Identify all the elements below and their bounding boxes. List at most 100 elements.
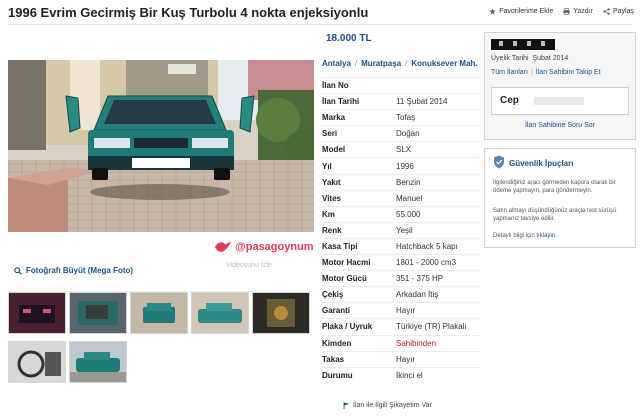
detail-key: Plaka / Uyruk — [322, 318, 396, 335]
member-since-label: Üyelik Tarihi — [491, 55, 529, 62]
member-since-value: Şubat 2014 — [532, 55, 569, 62]
main-photo[interactable] — [8, 60, 314, 232]
thumbnail-image — [192, 293, 248, 333]
thumbnail-6[interactable] — [8, 341, 66, 383]
detail-key: Yıl — [322, 157, 396, 175]
thumbnail-3[interactable] — [130, 292, 188, 334]
detail-row: Kasa Tipi Hatchback 5 kapı — [322, 237, 480, 255]
all-listings-link[interactable]: Tüm İlanları — [491, 69, 528, 76]
share-button[interactable]: Paylaş — [603, 8, 634, 15]
safety-more-info: Detaylı bilgi için tıklayın. — [493, 233, 557, 239]
detail-row: İlan No — [322, 76, 480, 94]
detail-value: Tofaş — [396, 109, 480, 126]
phone-box[interactable]: Cep — [491, 87, 629, 115]
thumbnail-1[interactable] — [8, 292, 66, 334]
detail-row: Plaka / Uyruk Türkiye (TR) Plakalı — [322, 318, 480, 335]
location-neighbourhood[interactable]: Konuksever Mah. — [411, 59, 477, 68]
detail-key: Km — [322, 205, 396, 223]
detail-row: Garanti Hayır — [322, 302, 480, 319]
phone-number-hidden — [534, 97, 584, 105]
thumbnail-2[interactable] — [69, 292, 127, 334]
detail-row: Motor Hacmi 1801 - 2000 cm3 — [322, 254, 480, 271]
thumbnail-image — [9, 342, 65, 382]
detail-row: Renk Yeşil — [322, 221, 480, 239]
detail-key: İlan No — [322, 76, 396, 94]
detail-value: İkinci el — [396, 366, 480, 383]
thumbnail-image — [131, 293, 187, 333]
detail-value: 11 Şubat 2014 — [396, 93, 480, 110]
listing-details-table: İlan No İlan Tarihi 11 Şubat 2014 Marka Tofa… — [322, 76, 480, 383]
detail-key: Takas — [322, 350, 396, 368]
detail-row: Vites Manuel — [322, 189, 480, 207]
detail-value: Doğan — [396, 125, 480, 142]
thumbnail-7[interactable] — [69, 341, 127, 383]
watermark-text: @pasagoynum — [235, 241, 314, 253]
location-city[interactable]: Antalya — [322, 59, 351, 68]
report-listing-link[interactable]: İlan ile İlgili Şikayetim Var — [343, 402, 432, 409]
safety-tip-2: Satın almayı düşündüğünüz araçla test sü… — [493, 208, 617, 222]
detail-value: Arkadan İtiş — [396, 286, 480, 303]
detail-value: Sahibinden — [396, 334, 480, 352]
print-label: Yazdır — [573, 8, 593, 15]
bird-logo-icon — [215, 242, 231, 252]
detail-key: Seri — [322, 125, 396, 142]
detail-key: Kasa Tipi — [322, 237, 396, 255]
enlarge-photo-button[interactable]: Fotoğrafı Büyüt (Mega Foto) — [14, 266, 133, 275]
detail-value — [396, 76, 480, 94]
car-photo-image — [8, 60, 314, 232]
detail-row: Marka Tofaş — [322, 109, 480, 126]
detail-value: Manuel — [396, 189, 480, 207]
phone-label: Cep — [500, 95, 519, 106]
seller-card: Üyelik Tarihi Şubat 2014 Tüm İlanları | İl… — [484, 32, 636, 140]
share-label: Paylaş — [612, 8, 634, 15]
safety-tips-card: Güvenlik İpuçları İlgilendiğiniz aracı g… — [484, 148, 636, 248]
detail-value: 1801 - 2000 cm3 — [396, 254, 480, 271]
detail-row: Km 55.000 — [322, 205, 480, 223]
detail-row: Model SLX — [322, 141, 480, 158]
safety-more-link[interactable]: tıklayın. — [536, 233, 557, 239]
thumbnail-image — [253, 293, 309, 333]
thumbnail-4[interactable] — [191, 292, 249, 334]
detail-key: Marka — [322, 109, 396, 126]
seller-name-redacted — [491, 39, 555, 50]
listing-price: 18.000 TL — [326, 33, 372, 44]
watch-video-link[interactable]: Videosunu İzle — [226, 262, 272, 269]
favorite-button[interactable]: Favorilerime Ekle — [489, 8, 553, 15]
detail-value: Hayır — [396, 350, 480, 368]
detail-value: Hatchback 5 kapı — [396, 237, 480, 255]
safety-more-text: Detaylı bilgi için — [493, 233, 535, 239]
detail-key: Motor Hacmi — [322, 254, 396, 271]
star-icon — [489, 8, 496, 15]
detail-row: Kimden Sahibinden — [322, 334, 480, 352]
printer-icon — [563, 8, 570, 15]
thumbnail-5[interactable] — [252, 292, 310, 334]
follow-seller-link[interactable]: İlan Sahibini Takip Et — [536, 69, 601, 76]
thumbnail-image — [70, 293, 126, 333]
detail-row: Yakıt Benzin — [322, 173, 480, 191]
detail-row: Seri Doğan — [322, 125, 480, 142]
report-listing-label: İlan ile İlgili Şikayetim Var — [353, 402, 432, 409]
ask-seller-link[interactable]: İlan Sahibine Soru Sor — [485, 122, 635, 129]
member-since: Üyelik Tarihi Şubat 2014 — [491, 55, 568, 62]
detail-row: Çekiş Arkadan İtiş — [322, 286, 480, 303]
detail-value: Benzin — [396, 173, 480, 191]
listing-title: 1996 Evrim Gecirmiş Bir Kuş Turbolu 4 no… — [8, 5, 369, 20]
detail-key: Motor Gücü — [322, 270, 396, 287]
detail-value: 351 - 375 HP — [396, 270, 480, 287]
detail-value: 55.000 — [396, 205, 480, 223]
safety-title: Güvenlik İpuçları — [509, 159, 574, 168]
print-button[interactable]: Yazdır — [563, 8, 593, 15]
detail-key: Durumu — [322, 366, 396, 383]
favorite-label: Favorilerime Ekle — [499, 8, 554, 15]
detail-key: Çekiş — [322, 286, 396, 303]
location-district[interactable]: Muratpaşa — [361, 59, 401, 68]
detail-value: Yeşil — [396, 221, 480, 239]
detail-value: Hayır — [396, 302, 480, 319]
detail-key: Yakıt — [322, 173, 396, 191]
header-divider — [8, 24, 632, 25]
detail-row: Yıl 1996 — [322, 157, 480, 175]
detail-row: Durumu İkinci el — [322, 366, 480, 383]
link-separator: | — [530, 69, 533, 76]
detail-key: Vites — [322, 189, 396, 207]
thumbnail-image — [9, 293, 65, 333]
